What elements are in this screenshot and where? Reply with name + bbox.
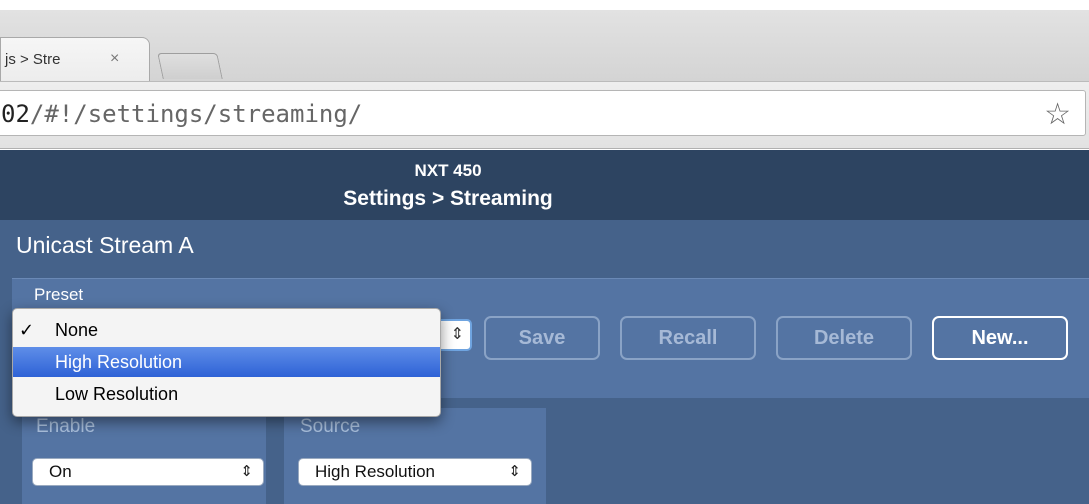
url-host: 02: [1, 100, 30, 128]
preset-dropdown-menu: ✓ None High Resolution Low Resolution: [12, 308, 441, 417]
checkmark-icon: ✓: [19, 320, 35, 340]
bookmark-star-icon[interactable]: ☆: [1044, 97, 1071, 132]
source-select-value: High Resolution: [315, 462, 436, 481]
browser-tab-title: js > Stre: [5, 51, 61, 68]
new-preset-button[interactable]: New...: [932, 316, 1068, 360]
enable-select-value: On: [49, 462, 72, 481]
enable-column: Enable On ⇕: [22, 408, 266, 504]
recall-button[interactable]: Recall: [620, 316, 756, 360]
enable-label: Enable: [36, 416, 96, 437]
address-url: 02/#!/settings/streaming/: [1, 100, 362, 128]
option-label: High Resolution: [55, 352, 183, 372]
browser-tab-active[interactable]: js > Stre ×: [0, 37, 150, 83]
preset-option-none[interactable]: ✓ None: [13, 315, 440, 345]
breadcrumb: Settings > Streaming: [343, 187, 553, 210]
browser-toolbar: 02/#!/settings/streaming/ ☆: [0, 81, 1089, 149]
device-name: NXT 450: [414, 161, 482, 180]
save-button[interactable]: Save: [484, 316, 600, 360]
select-arrows-icon: ⇕: [508, 463, 521, 480]
tab-close-icon[interactable]: ×: [110, 50, 119, 68]
preset-option-high-resolution[interactable]: High Resolution: [13, 347, 440, 377]
option-label: None: [55, 320, 99, 340]
preset-label: Preset: [34, 285, 84, 304]
source-select[interactable]: High Resolution ⇕: [298, 458, 532, 486]
option-label: Low Resolution: [55, 384, 179, 404]
source-label: Source: [300, 416, 361, 437]
delete-button[interactable]: Delete: [776, 316, 912, 360]
source-column: Source High Resolution ⇕: [284, 408, 546, 504]
browser-tab-strip: js > Stre ×: [0, 10, 1089, 83]
app-header: NXT 450 Settings > Streaming: [0, 150, 1089, 220]
select-arrows-icon: ⇕: [240, 463, 253, 480]
screen: js > Stre × 02/#!/settings/streaming/ ☆ …: [0, 0, 1089, 504]
stream-title: Unicast Stream A: [16, 232, 194, 258]
address-bar[interactable]: 02/#!/settings/streaming/ ☆: [0, 90, 1086, 136]
new-tab-button[interactable]: [157, 53, 223, 79]
preset-option-low-resolution[interactable]: Low Resolution: [13, 379, 440, 409]
url-path: /#!/settings/streaming/: [29, 100, 363, 128]
select-arrows-icon: ⇕: [450, 326, 464, 343]
enable-select[interactable]: On ⇕: [32, 458, 264, 486]
